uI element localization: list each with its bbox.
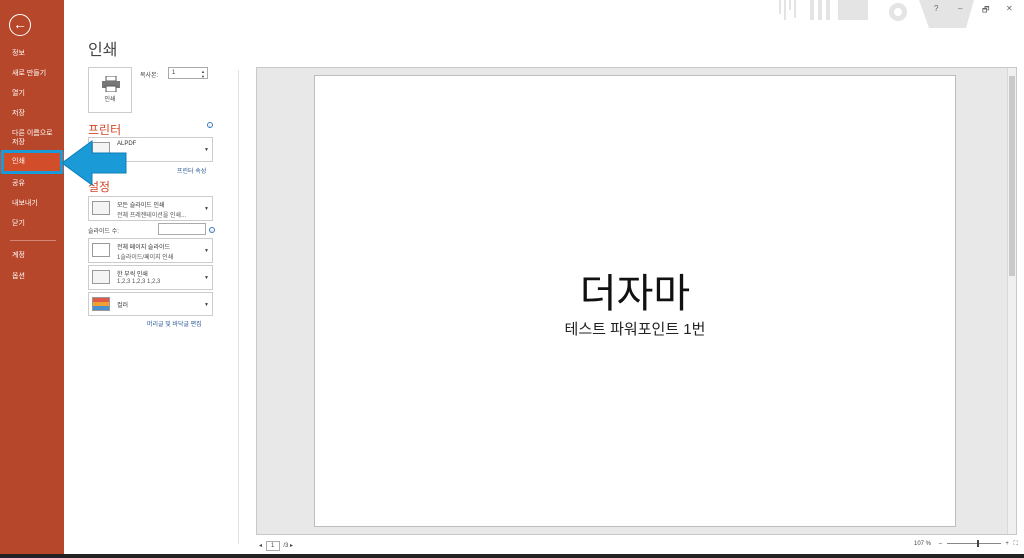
slides-label: 슬라이드 수: bbox=[88, 229, 119, 235]
printer-icon bbox=[102, 76, 120, 92]
chevron-down-icon: ▼ bbox=[204, 275, 209, 281]
printer-heading: 프린터 bbox=[88, 123, 122, 137]
print-highlight-box bbox=[1, 150, 63, 174]
info-icon[interactable]: i bbox=[207, 122, 213, 128]
sidebar-item-open[interactable]: 열기 bbox=[0, 89, 64, 98]
page-total: /3 bbox=[283, 543, 289, 549]
header-footer-link[interactable]: 머리글 및 바닥글 편집 bbox=[147, 319, 202, 328]
layout-title: 전체 페이지 슬라이드 bbox=[117, 245, 171, 251]
minimize-button[interactable]: – bbox=[958, 4, 962, 13]
next-page-icon[interactable]: ▸ bbox=[290, 543, 293, 549]
sidebar-item-save[interactable]: 저장 bbox=[0, 109, 64, 118]
copies-value: 1 bbox=[172, 70, 176, 76]
restore-button[interactable]: 🗗 bbox=[982, 4, 990, 18]
sidebar-item-new[interactable]: 새로 만들기 bbox=[0, 69, 64, 78]
collate-icon bbox=[92, 270, 110, 284]
close-button[interactable]: ✕ bbox=[1006, 4, 1013, 13]
zoom-control: 107 % – + ⛶ bbox=[914, 539, 1018, 548]
sidebar-divider bbox=[10, 240, 56, 241]
slides-input[interactable] bbox=[158, 223, 206, 235]
help-button[interactable]: ? bbox=[934, 4, 938, 13]
sidebar-item-save-as-line2[interactable]: 저장 bbox=[0, 138, 64, 147]
prev-page-icon[interactable]: ◂ bbox=[259, 543, 262, 549]
layout-select[interactable]: 전체 페이지 슬라이드 1슬라이드/페이지 인쇄 ▼ bbox=[88, 238, 213, 263]
slide-preview: 더자마 테스트 파워포인트 1번 bbox=[314, 75, 956, 527]
slide-title: 더자마 bbox=[579, 272, 691, 316]
copies-input[interactable]: 1 ▲ ▼ bbox=[168, 67, 208, 79]
chevron-down-icon: ▼ bbox=[204, 248, 209, 254]
chevron-down-icon: ▼ bbox=[204, 206, 209, 212]
print-range-select[interactable]: 모든 슬라이드 인쇄 전체 프레젠테이션을 인쇄... ▼ bbox=[88, 196, 213, 221]
sidebar-item-export[interactable]: 내보내기 bbox=[0, 199, 64, 208]
color-swatch-icon bbox=[92, 297, 110, 311]
layout-desc: 1슬라이드/페이지 인쇄 bbox=[117, 255, 174, 261]
sidebar-item-close[interactable]: 닫기 bbox=[0, 219, 64, 228]
sidebar-item-options[interactable]: 옵션 bbox=[0, 272, 64, 281]
collate-select[interactable]: 한 부씩 인쇄 1,2,3 1,2,3 1,2,3 ▼ bbox=[88, 265, 213, 290]
current-page-input[interactable]: 1 bbox=[265, 541, 280, 551]
panel-divider bbox=[238, 70, 239, 544]
preview-scrollbar[interactable] bbox=[1007, 68, 1016, 534]
print-preview: 더자마 테스트 파워포인트 1번 bbox=[256, 67, 1017, 535]
zoom-slider[interactable] bbox=[946, 539, 1001, 547]
taskbar-edge bbox=[0, 554, 1024, 558]
zoom-slider-knob[interactable] bbox=[976, 539, 979, 547]
copies-label: 복사본: bbox=[140, 73, 159, 79]
print-range-title: 모든 슬라이드 인쇄 bbox=[117, 203, 165, 209]
print-range-desc: 전체 프레젠테이션을 인쇄... bbox=[117, 213, 187, 219]
print-backstage: ? – 🗗 ✕ 인쇄 인쇄 복사본: 1 ▲ ▼ 프린터 i ALPDF ▼ 프… bbox=[64, 0, 1024, 554]
chevron-down-icon: ▼ bbox=[204, 302, 209, 308]
page-title: 인쇄 bbox=[88, 42, 118, 59]
info-icon[interactable]: i bbox=[209, 227, 215, 233]
zoom-out-icon[interactable]: – bbox=[939, 541, 942, 547]
sidebar-item-info[interactable]: 정보 bbox=[0, 49, 64, 58]
backstage-sidebar: ← 정보 새로 만들기 열기 저장 다른 이름으로 저장 인쇄 공유 내보내기 … bbox=[0, 0, 64, 554]
page-navigator: ◂ 1 /3 ▸ bbox=[259, 541, 293, 551]
zoom-value[interactable]: 107 % bbox=[914, 541, 931, 547]
scrollbar-thumb[interactable] bbox=[1009, 76, 1015, 276]
color-select[interactable]: 컬러 ▼ bbox=[88, 292, 213, 316]
slides-range-icon bbox=[92, 201, 110, 215]
printer-properties-link[interactable]: 프린터 속성 bbox=[177, 166, 206, 175]
fit-to-window-icon[interactable]: ⛶ bbox=[1014, 541, 1018, 547]
back-arrow-icon[interactable]: ← bbox=[9, 14, 31, 36]
collate-desc: 1,2,3 1,2,3 1,2,3 bbox=[117, 279, 161, 285]
sidebar-item-share[interactable]: 공유 bbox=[0, 179, 64, 188]
collate-title: 한 부씩 인쇄 bbox=[117, 272, 148, 278]
full-page-slide-icon bbox=[92, 243, 110, 257]
chevron-down-icon: ▼ bbox=[204, 147, 209, 153]
copies-down-icon[interactable]: ▼ bbox=[201, 74, 205, 79]
sidebar-item-save-as[interactable]: 다른 이름으로 bbox=[0, 129, 64, 138]
decorative-banner bbox=[779, 0, 974, 28]
sidebar-item-account[interactable]: 계정 bbox=[0, 251, 64, 260]
slide-subtitle: 테스트 파워포인트 1번 bbox=[564, 321, 706, 338]
print-button[interactable]: 인쇄 bbox=[88, 67, 132, 113]
color-label: 컬러 bbox=[117, 303, 129, 309]
blue-arrow-annotation bbox=[62, 140, 127, 186]
print-button-label: 인쇄 bbox=[104, 97, 116, 103]
zoom-in-icon[interactable]: + bbox=[1005, 541, 1009, 547]
